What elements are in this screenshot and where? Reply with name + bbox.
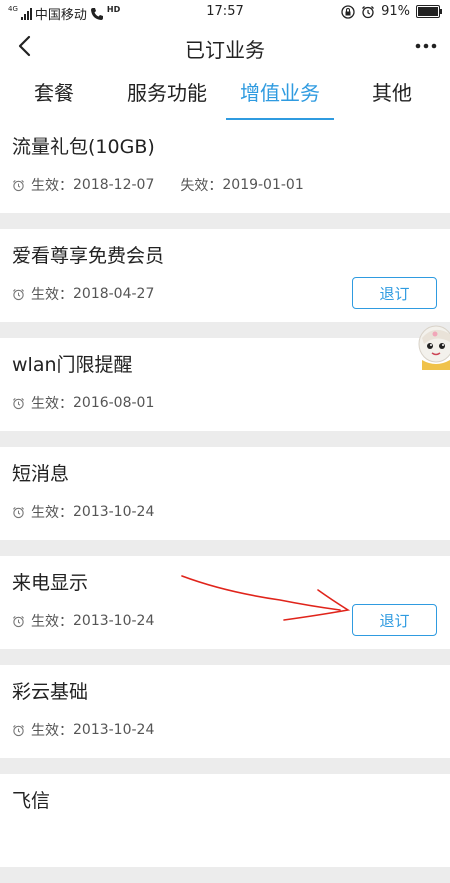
clock-icon (13, 506, 24, 518)
tab-value-added[interactable]: 增值业务 (226, 68, 334, 121)
alarm-icon (362, 5, 375, 18)
assistant-mascot-icon[interactable] (414, 322, 450, 370)
list-item: 短消息 生效： 2013-10-24 (0, 447, 450, 540)
annotation-arrow-icon (181, 575, 351, 621)
effective-date: 2013-10-24 (73, 613, 155, 629)
rotation-lock-icon (341, 4, 355, 19)
effective-label: 生效： (31, 614, 73, 630)
effective-label: 生效： (31, 178, 73, 194)
tab-other[interactable]: 其他 (334, 68, 450, 120)
item-name: 爱看尊享免费会员 (12, 245, 165, 267)
effective-date: 2013-10-24 (73, 504, 155, 520)
expire-date: 2019-01-01 (222, 177, 304, 193)
clock-icon (13, 179, 24, 191)
item-name: 短消息 (12, 463, 70, 485)
battery-fill (418, 7, 439, 16)
list-item: 彩云基础 生效： 2013-10-24 (0, 665, 450, 758)
clock-icon (13, 288, 24, 300)
item-name: 来电显示 (12, 572, 89, 594)
expire-label: 失效： (180, 178, 223, 194)
item-dates: 生效： 2016-08-01 (12, 393, 154, 413)
list-item: wlan门限提醒 生效： 2016-08-01 (0, 338, 450, 431)
list-item: 爱看尊享免费会员 生效： 2018-04-27 退订 (0, 229, 450, 322)
item-name: wlan门限提醒 (12, 354, 133, 376)
effective-date: 2016-08-01 (73, 395, 155, 411)
list-item: 飞信 (0, 774, 450, 867)
page-title: 已订业务 (185, 38, 265, 62)
tab-service-functions[interactable]: 服务功能 (108, 68, 226, 120)
effective-label: 生效： (31, 505, 73, 521)
app-header: 已订业务 (0, 24, 450, 68)
status-right: 91% (341, 4, 442, 19)
battery-percent: 91% (381, 4, 410, 19)
tab-package[interactable]: 套餐 (0, 68, 108, 120)
item-dates: 生效： 2013-10-24 (12, 611, 154, 631)
clock-icon (13, 397, 24, 409)
tab-bar: 套餐 服务功能 增值业务 其他 (0, 68, 450, 121)
item-dates: 生效： 2018-12-07 失效： 2019-01-01 (12, 175, 304, 195)
effective-date: 2018-04-27 (73, 286, 155, 302)
more-dots-icon[interactable] (414, 36, 438, 56)
item-name: 流量礼包(10GB) (12, 136, 155, 158)
status-bar: 4G 中国移动 HD 17:57 91% (0, 0, 450, 24)
item-dates: 生效： 2013-10-24 (12, 502, 154, 522)
effective-date: 2018-12-07 (73, 177, 155, 193)
list-item: 流量礼包(10GB) 生效： 2018-12-07 失效： 2019-01-01 (0, 120, 450, 213)
effective-label: 生效： (31, 287, 73, 303)
effective-label: 生效： (31, 723, 73, 739)
unsubscribe-button[interactable]: 退订 (352, 604, 437, 636)
battery-icon (416, 5, 442, 18)
item-dates: 生效： 2013-10-24 (12, 720, 154, 740)
clock-icon (13, 724, 24, 736)
clock-icon (13, 615, 24, 627)
item-name: 彩云基础 (12, 681, 89, 703)
effective-date: 2013-10-24 (73, 722, 155, 738)
unsubscribe-button[interactable]: 退订 (352, 277, 437, 309)
effective-label: 生效： (31, 396, 73, 412)
subscription-list: 流量礼包(10GB) 生效： 2018-12-07 失效： 2019-01-01… (0, 120, 450, 883)
item-dates: 生效： 2018-04-27 (12, 284, 154, 304)
